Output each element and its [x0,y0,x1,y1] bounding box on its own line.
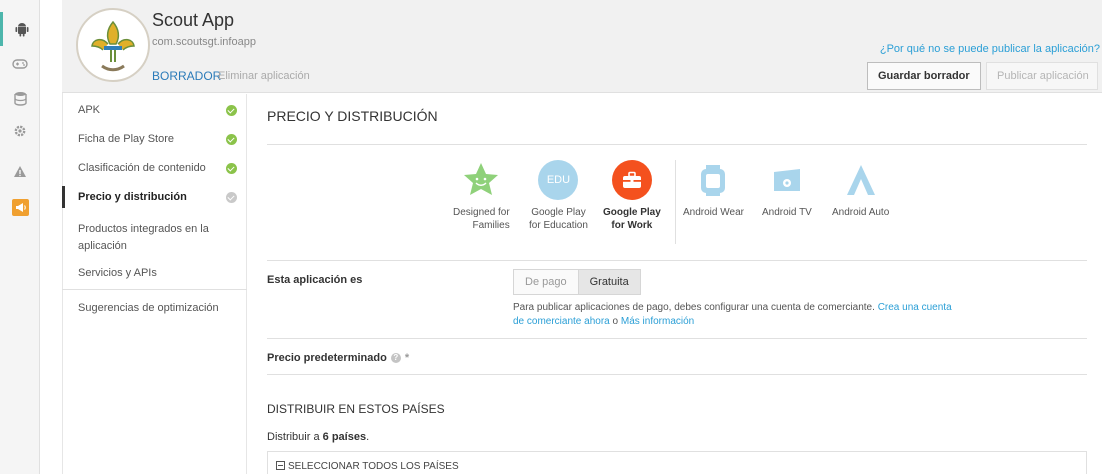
program-label: Google Play [603,207,661,218]
check-icon [226,134,237,145]
package-name: com.scoutsgt.infoapp [152,36,256,48]
program-label: Android Auto [832,207,890,218]
gamepad-icon[interactable] [0,47,40,81]
android-icon[interactable] [0,12,40,46]
sidebar-item-label: Precio y distribución [78,191,187,203]
program-android-wear[interactable]: Android Wear [683,160,744,219]
paid-option[interactable]: De pago [514,270,578,294]
edu-icon: EDU [538,160,579,200]
publish-button[interactable]: Publicar aplicación [986,62,1098,90]
sidebar-item-label: Clasificación de contenido [78,162,206,174]
sidebar-item-optimization-tips[interactable]: Sugerencias de optimización [62,302,247,314]
briefcase-icon [611,160,652,200]
nav-divider [62,289,247,290]
help-icon[interactable]: ? [390,353,401,364]
program-label: Families [472,220,510,231]
delete-app-link[interactable]: Eliminar aplicación [218,70,310,82]
app-name: Scout App [152,10,235,30]
sidebar-item-label: Servicios y APIs [78,267,157,279]
divider [267,144,1087,145]
collapse-icon [276,461,285,470]
program-label: Android Wear [683,207,744,218]
why-cannot-publish-link[interactable]: ¿Por qué no se puede publicar la aplicac… [880,43,1100,55]
program-families[interactable]: Designed for Families [453,160,510,232]
gear-icon[interactable] [0,114,40,148]
status-badge: BORRADOR [152,69,222,83]
program-android-tv[interactable]: Android TV [762,160,812,219]
divider [267,374,1087,375]
program-work[interactable]: Google Play for Work [603,160,661,232]
divider [267,260,1087,261]
sidebar-nav: APK Ficha de Play Store Clasificación de… [62,94,247,474]
program-education[interactable]: EDU Google Play for Education [529,160,588,232]
star-face-icon [461,160,501,200]
program-label: for Work [611,220,653,231]
warning-icon[interactable] [0,154,40,188]
required-mark: * [404,352,410,364]
page-title: PRECIO Y DISTRIBUCIÓN [267,108,438,124]
main-content: PRECIO Y DISTRIBUCIÓN Designed for Famil… [247,94,1102,474]
icon-rail [0,0,40,474]
pricing-toggle: De pago Gratuita [513,269,641,295]
sidebar-item-label: Ficha de Play Store [78,133,174,145]
sidebar-item-content-rating[interactable]: Clasificación de contenido [62,162,247,174]
sidebar-item-in-app-products[interactable]: Productos integrados en la aplicación [62,221,212,255]
save-draft-button[interactable]: Guardar borrador [867,62,981,90]
more-info-link[interactable]: Más información [621,316,694,327]
countries-list: SELECCIONAR TODOS LOS PAÍSES [267,451,1087,474]
default-price-row: Precio predeterminado? * [267,352,409,364]
program-label: for Education [529,220,588,231]
divider [267,338,1087,339]
program-android-auto[interactable]: Android Auto [832,160,889,219]
app-header: Scout App com.scoutsgt.infoapp BORRADOR … [62,0,1102,93]
free-option[interactable]: Gratuita [577,270,640,294]
app-type-label: Esta aplicación es [267,274,363,286]
program-label: Android TV [762,207,812,218]
sidebar-item-apk[interactable]: APK [62,104,247,116]
auto-icon [841,160,881,200]
sidebar-item-services-apis[interactable]: Servicios y APIs [62,267,247,279]
sidebar-item-label: Sugerencias de optimización [78,302,219,314]
sidebar-item-label: APK [78,104,101,116]
check-icon [226,192,237,203]
sidebar-item-pricing[interactable]: Precio y distribución [62,186,247,208]
tv-icon [767,160,807,200]
program-label: Google Play [531,207,586,218]
distribute-count-text: Distribuir a 6 países. [267,431,370,443]
database-icon[interactable] [0,81,40,115]
check-icon [226,163,237,174]
default-price-label: Precio predeterminado [267,352,387,364]
sidebar-item-store-listing[interactable]: Ficha de Play Store [62,133,247,145]
programs-divider [675,160,676,244]
app-logo [76,8,150,82]
watch-icon [693,160,733,200]
distribute-title: DISTRIBUIR EN ESTOS PAÍSES [267,402,445,416]
check-icon [226,105,237,116]
sidebar-item-label: Productos integrados en la aplicación [78,223,209,252]
program-label: Designed for [453,207,510,218]
merchant-note: Para publicar aplicaciones de pago, debe… [513,302,952,327]
megaphone-icon[interactable] [0,190,40,224]
select-all-countries[interactable]: SELECCIONAR TODOS LOS PAÍSES [276,461,459,472]
